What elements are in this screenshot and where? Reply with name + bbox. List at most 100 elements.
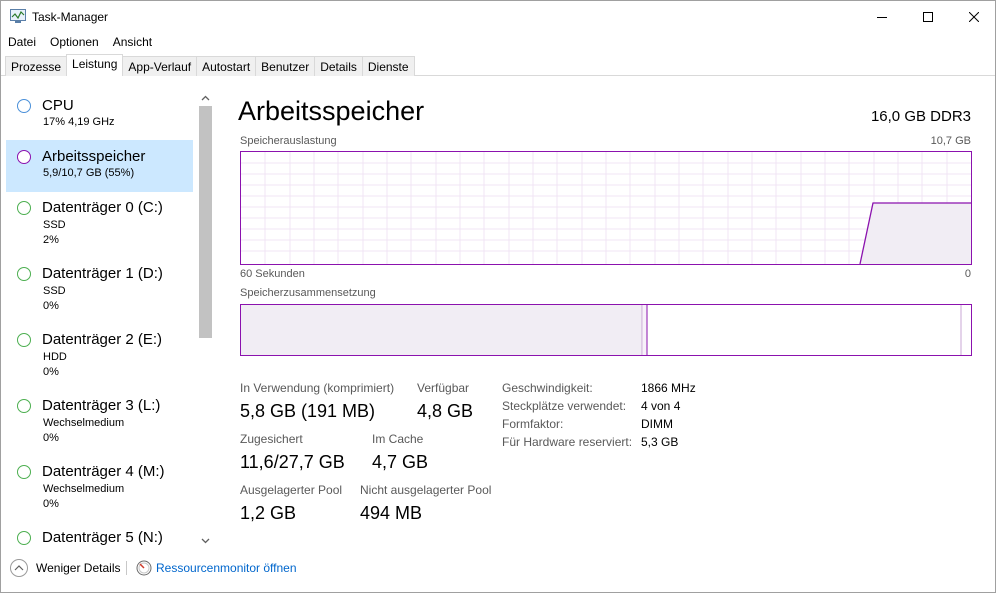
sidebar-item-disk-1[interactable]: Datenträger 1 (D:) SSD 0% [6,257,193,312]
tab-leistung[interactable]: Leistung [66,54,124,76]
disk-status-circle-icon [17,333,31,347]
disk-status-circle-icon [17,531,31,545]
minimize-button[interactable] [859,1,905,32]
memory-composition-svg [241,305,962,355]
memory-status-circle-icon [17,150,31,164]
maximize-button[interactable] [905,1,951,32]
scroll-thumb[interactable] [199,106,212,338]
footer-separator [126,561,127,575]
memory-usage-area [860,203,971,264]
performance-sidebar: CPU 17% 4,19 GHz Arbeitsspeicher 5,9/10,… [1,89,214,549]
sidebar-item-subtitle: 5,9/10,7 GB (55%) [43,167,135,179]
maximize-icon [923,11,933,22]
sidebar-item-disk-5[interactable]: Datenträger 5 (N:) [6,521,193,549]
disk-status-circle-icon [17,465,31,479]
hardware-reserved-value: 5,3 GB [641,435,679,449]
composition-label: Speicherzusammensetzung [240,287,376,299]
tab-prozesse[interactable]: Prozesse [5,56,68,76]
composition-in-use-segment [241,305,642,355]
sidebar-item-usage: 0% [43,300,59,312]
scroll-down-button[interactable] [197,532,214,549]
sidebar-scrollbar[interactable] [197,89,214,549]
window-title: Task-Manager [32,10,109,24]
chevron-up-circle-icon[interactable] [10,559,28,577]
tab-benutzer[interactable]: Benutzer [255,56,316,76]
speed-key: Geschwindigkeit: [502,381,593,395]
fewer-details-button[interactable]: Weniger Details [36,561,120,575]
sidebar-item-disk-2[interactable]: Datenträger 2 (E:) HDD 0% [6,323,193,378]
sidebar-item-disk-3[interactable]: Datenträger 3 (L:) Wechselmedium 0% [6,389,193,444]
sidebar-item-usage: 2% [43,234,59,246]
sidebar-item-disk-4[interactable]: Datenträger 4 (M:) Wechselmedium 0% [6,455,193,510]
sidebar-item-title: CPU [42,97,74,114]
sidebar-item-title: Datenträger 1 (D:) [42,265,163,282]
paged-pool-value: 1,2 GB [240,503,297,523]
menu-datei[interactable]: Datei [1,32,43,52]
memory-composition-bar [240,304,972,356]
sidebar-item-subtitle: Wechselmedium [43,417,125,429]
resource-monitor-icon [136,560,152,576]
cpu-status-circle-icon [17,99,31,113]
menu-bar: Datei Optionen Ansicht [1,32,159,52]
task-manager-window: Task-Manager Datei Optionen Ansicht Proz… [0,0,996,593]
sidebar-item-memory[interactable]: Arbeitsspeicher 5,9/10,7 GB (55%) [6,140,193,192]
sidebar-item-usage: 0% [43,366,59,378]
tab-autostart[interactable]: Autostart [196,56,257,76]
footer-bar: Weniger Details Ressourcenmonitor öffnen [1,553,995,593]
memory-usage-graph-svg [241,152,971,264]
slots-used-value: 4 von 4 [641,399,681,413]
chevron-down-icon [201,538,210,543]
sidebar-item-disk-0[interactable]: Datenträger 0 (C:) SSD 2% [6,191,193,246]
disk-status-circle-icon [17,267,31,281]
tab-details[interactable]: Details [314,56,363,76]
speed-value: 1866 MHz [641,381,696,395]
disk-status-circle-icon [17,399,31,413]
sidebar-item-title: Datenträger 4 (M:) [42,463,165,480]
usage-graph-label: Speicherauslastung [240,135,337,147]
hardware-reserved-key: Für Hardware reserviert: [502,435,633,449]
committed-label: Zugesichert [240,432,303,446]
form-factor-value: DIMM [641,417,673,431]
committed-value: 11,6/27,7 GB [240,452,345,472]
page-title: Arbeitsspeicher [238,96,425,126]
slots-used-key: Steckplätze verwendet: [502,399,627,413]
nonpaged-pool-value: 494 MB [360,503,423,523]
task-manager-app-icon [10,9,26,23]
sidebar-item-subtitle: SSD [43,285,66,297]
in-use-label: In Verwendung (komprimiert) [240,381,395,395]
time-axis-start: 60 Sekunden [240,268,305,280]
sidebar-item-usage: 0% [43,432,59,444]
composition-modified-segment [643,305,647,355]
form-factor-key: Formfaktor: [502,417,564,431]
tab-dienste[interactable]: Dienste [361,56,415,76]
sidebar-item-usage: 0% [43,498,59,510]
sidebar-item-title: Arbeitsspeicher [42,148,146,165]
tab-app-verlauf[interactable]: App-Verlauf [122,56,198,76]
sidebar-item-subtitle: 17% 4,19 GHz [43,116,115,128]
sidebar-item-title: Datenträger 0 (C:) [42,199,163,216]
memory-usage-graph [240,151,972,265]
cached-value: 4,7 GB [372,452,429,472]
sidebar-item-subtitle: Wechselmedium [43,483,125,495]
sidebar-item-cpu[interactable]: CPU 17% 4,19 GHz [6,89,193,141]
usage-graph-max: 10,7 GB [930,135,971,147]
available-label: Verfügbar [417,381,470,395]
close-button[interactable] [951,1,996,32]
close-icon [969,11,979,22]
sidebar-item-subtitle: HDD [43,351,67,363]
disk-status-circle-icon [17,201,31,215]
sidebar-item-title: Datenträger 3 (L:) [42,397,161,414]
tab-strip: Prozesse Leistung App-Verlauf Autostart … [5,54,415,76]
memory-spec: 16,0 GB DDR3 [870,108,971,125]
menu-ansicht[interactable]: Ansicht [106,32,159,52]
minimize-icon [877,16,887,18]
in-use-value: 5,8 GB (191 MB) [240,401,376,421]
paged-pool-label: Ausgelagerter Pool [240,483,343,497]
scroll-up-button[interactable] [197,89,214,106]
menu-optionen[interactable]: Optionen [43,32,106,52]
time-axis-end: 0 [964,268,971,280]
sidebar-item-subtitle: SSD [43,219,66,231]
title-bar: Task-Manager [1,1,995,32]
available-value: 4,8 GB [417,401,474,421]
open-resource-monitor-link[interactable]: Ressourcenmonitor öffnen [156,561,297,575]
